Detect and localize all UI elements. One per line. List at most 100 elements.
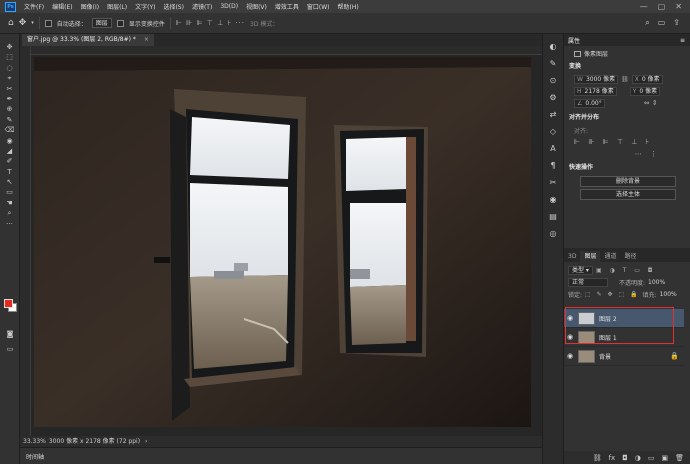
move-tool-icon[interactable]: ✥ [0,42,19,52]
character-icon[interactable]: A [543,140,563,157]
height-field[interactable]: H 2178 像素 [574,86,617,96]
close-tab-icon[interactable]: × [144,36,149,43]
show-transform-checkbox[interactable] [116,19,124,27]
link-icon[interactable]: ⛓ [621,76,629,83]
auto-select-dropdown[interactable]: 图层 [91,18,112,28]
menu-select[interactable]: 选择(S) [159,2,188,11]
layer-name[interactable]: 背景 [599,352,611,361]
tab-3d[interactable]: 3D [564,251,580,262]
fill-value[interactable]: 100% [660,291,677,298]
maximize-icon[interactable]: ▢ [658,2,666,11]
filter-icons[interactable]: ▣ ◑ T ▭ ◘ [596,267,656,274]
x-field[interactable]: X0 像素 [631,74,663,84]
home-icon[interactable]: ⌂ [8,18,14,28]
libraries-icon[interactable]: ▤ [543,208,563,225]
menu-3d[interactable]: 3D(D) [216,3,242,10]
eraser-tool-icon[interactable]: ⌫ [0,125,19,135]
eye-icon[interactable]: ◉ [564,352,576,360]
lock-icons[interactable]: ⬚ ✎ ✥ ⬚ 🔒 [585,291,640,298]
screen-mode-icon[interactable]: ▭ [0,344,20,354]
adjustments-icon[interactable]: ⚙ [543,89,563,106]
magic-wand-tool-icon[interactable]: ⌖ [0,73,19,83]
auto-select-checkbox[interactable] [44,19,52,27]
opacity-value[interactable]: 100% [648,279,665,286]
healing-tool-icon[interactable]: ⊕ [0,104,19,114]
zoom-level[interactable]: 33.33% [23,436,47,447]
fx-icon[interactable]: fx [609,454,616,462]
crop-tool-icon[interactable]: ✂ [0,84,19,94]
align-section-title[interactable]: 对齐并分布 [564,112,690,124]
search-icon[interactable]: ⌕ [645,18,649,28]
angle-field[interactable]: ∠ 0.00° [574,98,605,108]
menu-help[interactable]: 帮助(H) [334,2,363,11]
close-icon[interactable]: ✕ [675,2,682,11]
blend-mode-dropdown[interactable]: 正常 [568,277,608,287]
vertical-ruler[interactable] [20,46,31,436]
tools-preset-icon[interactable]: ✂ [543,174,563,191]
minimize-icon[interactable]: — [640,2,648,11]
brush-tool-icon[interactable]: ✎ [0,115,19,125]
menu-edit[interactable]: 编辑(E) [48,2,76,11]
gradient-tool-icon[interactable]: ◢ [0,146,19,156]
chevron-down-icon[interactable]: ▾ [31,20,34,26]
horizontal-ruler[interactable] [31,46,542,55]
adjustment-layer-icon[interactable]: ◑ [635,454,641,462]
timeline-label[interactable]: 时间轴 [26,452,44,461]
width-field[interactable]: W 3000 像素 [574,74,619,84]
menu-window[interactable]: 窗口(W) [303,2,334,11]
lasso-tool-icon[interactable]: ◌ [0,63,19,73]
navigator-icon[interactable]: ◎ [543,225,563,242]
layer-row[interactable]: ◉ 背景 🔒 [564,347,684,366]
document-canvas[interactable] [34,57,531,427]
trash-icon[interactable]: 🗑 [675,454,684,462]
workspace-icon[interactable]: ▭ [658,18,666,28]
select-subject-button[interactable]: 选择主体 [580,189,676,200]
link-layers-icon[interactable]: ⛓ [593,454,602,462]
y-field[interactable]: Y0 像素 [629,86,661,96]
shapes-icon[interactable]: ◇ [543,123,563,140]
foreground-color-swatch[interactable] [4,299,13,308]
group-icon[interactable]: ▭ [648,454,655,462]
panel-menu-icon[interactable]: ≡ [680,37,685,44]
tab-layers[interactable]: 图层 [580,251,601,262]
path-select-tool-icon[interactable]: ↖ [0,177,19,187]
paragraph-icon[interactable]: ¶ [543,157,563,174]
rectangle-tool-icon[interactable]: ▭ [0,187,19,197]
menu-file[interactable]: 文件(F) [20,2,48,11]
tab-paths[interactable]: 路径 [620,251,640,262]
hand-tool-icon[interactable]: ☚ [0,198,19,208]
share-icon[interactable]: ⇪ [673,18,680,28]
move-tool-icon[interactable]: ✥ [19,18,27,28]
mask-icon[interactable]: ◘ [622,454,628,462]
menu-layer[interactable]: 图层(L) [103,2,131,11]
stamp-tool-icon[interactable]: ◉ [0,136,19,146]
brush-settings-icon[interactable]: ✎ [543,55,563,72]
pen-tool-icon[interactable]: ✐ [0,156,19,166]
eyedropper-tool-icon[interactable]: ✒ [0,94,19,104]
quick-actions-title[interactable]: 快速操作 [564,162,690,174]
quick-mask-icon[interactable]: ◙ [0,329,20,339]
menu-view[interactable]: 视图(V) [242,2,271,11]
color-icon[interactable]: ⊙ [543,72,563,89]
marquee-tool-icon[interactable]: ⬚ [0,52,19,62]
history-icon[interactable]: ◐ [543,38,563,55]
distribute-icons[interactable]: ⋯ ⋮ [564,148,690,160]
status-arrow-icon[interactable]: › [145,438,147,445]
new-layer-icon[interactable]: ▣ [661,454,668,462]
flip-icons[interactable]: ⇔ ⇕ [644,99,658,107]
align-buttons-icon[interactable]: ⊩ ⊪ ⊫ ⊤ ⊥ ⊦ ··· [176,19,245,27]
menu-image[interactable]: 图像(I) [77,2,103,11]
properties-title[interactable]: 属性 [568,36,580,45]
layer-filter-dropdown[interactable]: 类型 ▾ [568,265,593,275]
styles-icon[interactable]: ◉ [543,191,563,208]
document-tab[interactable]: 窗户.jpg @ 33.3% (图层 2, RGB/8#) * × [22,34,154,46]
menu-type[interactable]: 文字(Y) [131,2,159,11]
menu-filter[interactable]: 滤镜(T) [188,2,216,11]
zoom-tool-icon[interactable]: ⌕ [0,208,19,218]
align-icons[interactable]: ⊩ ⊪ ⊫ ⊤ ⊥ ⊦ [564,136,690,148]
more-tools-icon[interactable]: ··· [0,219,19,229]
type-tool-icon[interactable]: T [0,167,19,177]
tab-channels[interactable]: 通道 [600,251,620,262]
swap-icon[interactable]: ⇄ [543,106,563,123]
transform-section-title[interactable]: 变换 [564,61,690,73]
